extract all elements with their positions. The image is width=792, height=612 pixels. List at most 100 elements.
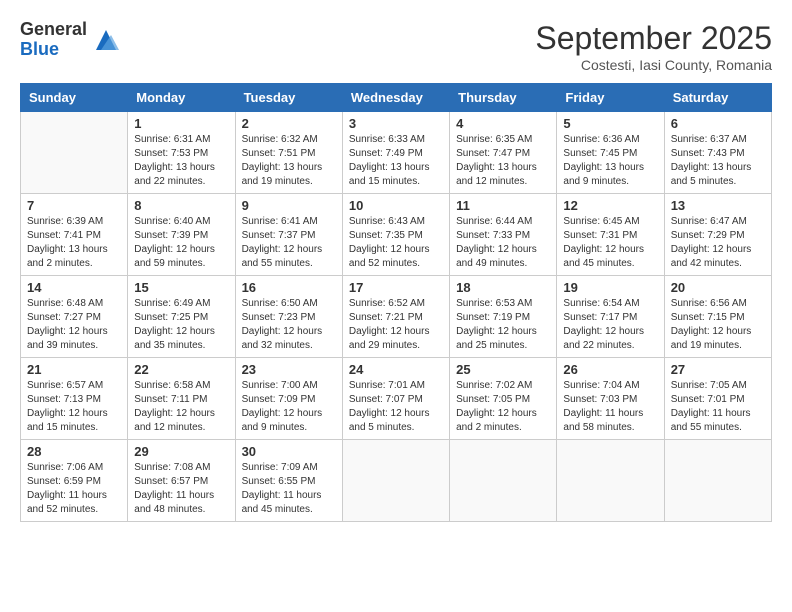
calendar-cell: 6 Sunrise: 6:37 AM Sunset: 7:43 PM Daylig… <box>664 112 771 194</box>
day-number: 29 <box>134 444 228 459</box>
logo: General Blue <box>20 20 121 60</box>
calendar-cell: 12Sunrise: 6:45 AM Sunset: 7:31 PM Dayli… <box>557 194 664 276</box>
day-number: 6 <box>671 116 765 131</box>
day-info: Sunrise: 6:36 AM Sunset: 7:45 PM Dayligh… <box>563 133 657 189</box>
calendar-cell: 19 Sunrise: 6:54 AM Sunset: 7:17 PM Dayli… <box>557 276 664 358</box>
calendar-header-thursday: Thursday <box>450 84 557 112</box>
calendar-cell: 29 Sunrise: 7:08 AM Sunset: 6:57 PM Dayli… <box>128 440 235 522</box>
calendar-cell: 21 Sunrise: 6:57 AM Sunset: 7:13 PM Dayli… <box>21 358 128 440</box>
day-info: Sunrise: 6:49 AM Sunset: 7:25 PM Dayligh… <box>134 297 228 353</box>
month-title: September 2025 <box>535 20 772 57</box>
calendar-cell: 25 Sunrise: 7:02 AM Sunset: 7:05 PM Dayli… <box>450 358 557 440</box>
day-number: 13 <box>671 198 765 213</box>
calendar-header-sunday: Sunday <box>21 84 128 112</box>
calendar-cell: 28Sunrise: 7:06 AM Sunset: 6:59 PM Dayli… <box>21 440 128 522</box>
day-info: Sunrise: 6:47 AM Sunset: 7:29 PM Dayligh… <box>671 215 765 271</box>
day-info: Sunrise: 6:32 AM Sunset: 7:51 PM Dayligh… <box>242 133 336 189</box>
day-info: Sunrise: 6:54 AM Sunset: 7:17 PM Dayligh… <box>563 297 657 353</box>
calendar-week-row: 21 Sunrise: 6:57 AM Sunset: 7:13 PM Dayli… <box>21 358 772 440</box>
day-info: Sunrise: 7:08 AM Sunset: 6:57 PM Dayligh… <box>134 461 228 517</box>
calendar-cell: 4 Sunrise: 6:35 AM Sunset: 7:47 PM Daylig… <box>450 112 557 194</box>
day-number: 5 <box>563 116 657 131</box>
day-number: 26 <box>563 362 657 377</box>
day-number: 18 <box>456 280 550 295</box>
day-info: Sunrise: 6:44 AM Sunset: 7:33 PM Dayligh… <box>456 215 550 271</box>
day-number: 19 <box>563 280 657 295</box>
day-info: Sunrise: 7:06 AM Sunset: 6:59 PM Dayligh… <box>27 461 121 517</box>
calendar-cell: 23 Sunrise: 7:00 AM Sunset: 7:09 PM Dayli… <box>235 358 342 440</box>
calendar-cell: 16 Sunrise: 6:50 AM Sunset: 7:23 PM Dayli… <box>235 276 342 358</box>
day-info: Sunrise: 6:48 AM Sunset: 7:27 PM Dayligh… <box>27 297 121 353</box>
calendar-table: SundayMondayTuesdayWednesdayThursdayFrid… <box>20 83 772 522</box>
day-info: Sunrise: 6:56 AM Sunset: 7:15 PM Dayligh… <box>671 297 765 353</box>
day-info: Sunrise: 6:31 AM Sunset: 7:53 PM Dayligh… <box>134 133 228 189</box>
calendar-week-row: 28Sunrise: 7:06 AM Sunset: 6:59 PM Dayli… <box>21 440 772 522</box>
day-info: Sunrise: 6:35 AM Sunset: 7:47 PM Dayligh… <box>456 133 550 189</box>
calendar-cell: 27Sunrise: 7:05 AM Sunset: 7:01 PM Dayli… <box>664 358 771 440</box>
day-info: Sunrise: 6:50 AM Sunset: 7:23 PM Dayligh… <box>242 297 336 353</box>
calendar-week-row: 14 Sunrise: 6:48 AM Sunset: 7:27 PM Dayli… <box>21 276 772 358</box>
day-number: 1 <box>134 116 228 131</box>
logo-blue-text: Blue <box>20 40 87 60</box>
day-number: 4 <box>456 116 550 131</box>
day-info: Sunrise: 7:00 AM Sunset: 7:09 PM Dayligh… <box>242 379 336 435</box>
calendar-cell: 8 Sunrise: 6:40 AM Sunset: 7:39 PM Daylig… <box>128 194 235 276</box>
day-info: Sunrise: 6:58 AM Sunset: 7:11 PM Dayligh… <box>134 379 228 435</box>
calendar-cell: 3Sunrise: 6:33 AM Sunset: 7:49 PM Daylig… <box>342 112 449 194</box>
calendar-cell: 30 Sunrise: 7:09 AM Sunset: 6:55 PM Dayli… <box>235 440 342 522</box>
day-info: Sunrise: 6:41 AM Sunset: 7:37 PM Dayligh… <box>242 215 336 271</box>
calendar-cell: 22Sunrise: 6:58 AM Sunset: 7:11 PM Dayli… <box>128 358 235 440</box>
day-number: 8 <box>134 198 228 213</box>
day-info: Sunrise: 6:57 AM Sunset: 7:13 PM Dayligh… <box>27 379 121 435</box>
calendar-cell: 13 Sunrise: 6:47 AM Sunset: 7:29 PM Dayli… <box>664 194 771 276</box>
day-number: 24 <box>349 362 443 377</box>
day-number: 23 <box>242 362 336 377</box>
day-number: 11 <box>456 198 550 213</box>
day-number: 30 <box>242 444 336 459</box>
day-number: 7 <box>27 198 121 213</box>
calendar-cell: 11 Sunrise: 6:44 AM Sunset: 7:33 PM Dayli… <box>450 194 557 276</box>
calendar-cell <box>21 112 128 194</box>
day-info: Sunrise: 6:53 AM Sunset: 7:19 PM Dayligh… <box>456 297 550 353</box>
calendar-header-friday: Friday <box>557 84 664 112</box>
day-info: Sunrise: 7:09 AM Sunset: 6:55 PM Dayligh… <box>242 461 336 517</box>
day-info: Sunrise: 7:04 AM Sunset: 7:03 PM Dayligh… <box>563 379 657 435</box>
location-subtitle: Costesti, Iasi County, Romania <box>535 57 772 73</box>
day-number: 25 <box>456 362 550 377</box>
calendar-header-wednesday: Wednesday <box>342 84 449 112</box>
day-info: Sunrise: 6:37 AM Sunset: 7:43 PM Dayligh… <box>671 133 765 189</box>
calendar-week-row: 1 Sunrise: 6:31 AM Sunset: 7:53 PM Daylig… <box>21 112 772 194</box>
day-number: 10 <box>349 198 443 213</box>
calendar-cell: 18 Sunrise: 6:53 AM Sunset: 7:19 PM Dayli… <box>450 276 557 358</box>
calendar-header-saturday: Saturday <box>664 84 771 112</box>
calendar-header-monday: Monday <box>128 84 235 112</box>
day-number: 14 <box>27 280 121 295</box>
calendar-header-tuesday: Tuesday <box>235 84 342 112</box>
day-info: Sunrise: 6:43 AM Sunset: 7:35 PM Dayligh… <box>349 215 443 271</box>
logo-general-text: General <box>20 20 87 40</box>
calendar-cell: 5 Sunrise: 6:36 AM Sunset: 7:45 PM Daylig… <box>557 112 664 194</box>
day-number: 16 <box>242 280 336 295</box>
calendar-cell: 26 Sunrise: 7:04 AM Sunset: 7:03 PM Dayli… <box>557 358 664 440</box>
logo-icon <box>91 25 121 55</box>
day-number: 15 <box>134 280 228 295</box>
day-info: Sunrise: 6:52 AM Sunset: 7:21 PM Dayligh… <box>349 297 443 353</box>
day-info: Sunrise: 7:01 AM Sunset: 7:07 PM Dayligh… <box>349 379 443 435</box>
calendar-cell: 24 Sunrise: 7:01 AM Sunset: 7:07 PM Dayli… <box>342 358 449 440</box>
day-number: 2 <box>242 116 336 131</box>
calendar-header-row: SundayMondayTuesdayWednesdayThursdayFrid… <box>21 84 772 112</box>
calendar-cell <box>557 440 664 522</box>
calendar-cell: 2 Sunrise: 6:32 AM Sunset: 7:51 PM Daylig… <box>235 112 342 194</box>
day-info: Sunrise: 6:33 AM Sunset: 7:49 PM Dayligh… <box>349 133 443 189</box>
day-number: 9 <box>242 198 336 213</box>
calendar-cell: 1 Sunrise: 6:31 AM Sunset: 7:53 PM Daylig… <box>128 112 235 194</box>
day-info: Sunrise: 6:40 AM Sunset: 7:39 PM Dayligh… <box>134 215 228 271</box>
calendar-week-row: 7 Sunrise: 6:39 AM Sunset: 7:41 PM Daylig… <box>21 194 772 276</box>
calendar-cell: 20Sunrise: 6:56 AM Sunset: 7:15 PM Dayli… <box>664 276 771 358</box>
day-number: 21 <box>27 362 121 377</box>
day-info: Sunrise: 7:02 AM Sunset: 7:05 PM Dayligh… <box>456 379 550 435</box>
calendar-cell: 17Sunrise: 6:52 AM Sunset: 7:21 PM Dayli… <box>342 276 449 358</box>
day-info: Sunrise: 6:39 AM Sunset: 7:41 PM Dayligh… <box>27 215 121 271</box>
calendar-cell: 9 Sunrise: 6:41 AM Sunset: 7:37 PM Daylig… <box>235 194 342 276</box>
calendar-cell: 7 Sunrise: 6:39 AM Sunset: 7:41 PM Daylig… <box>21 194 128 276</box>
